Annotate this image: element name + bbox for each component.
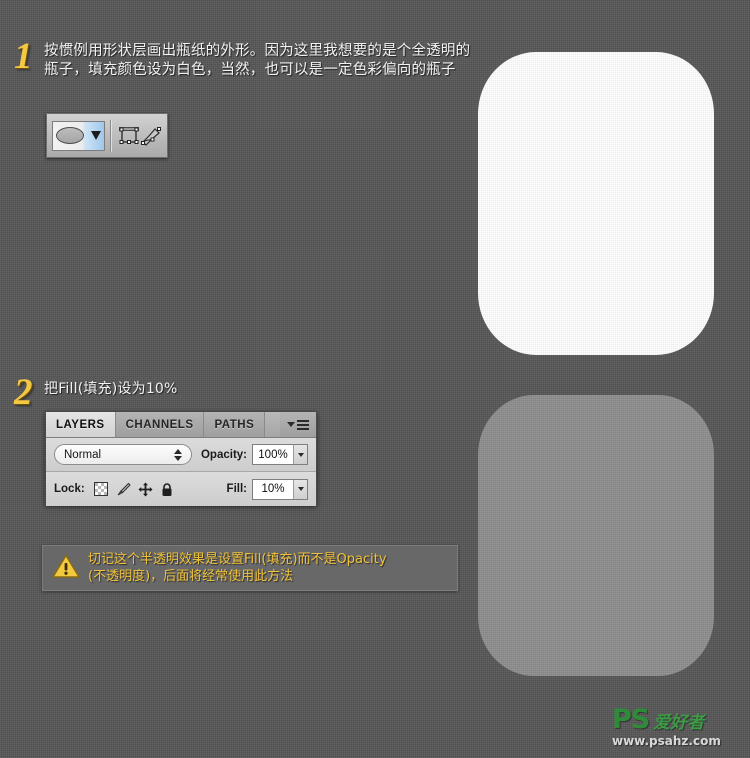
blend-mode-select[interactable]: Normal bbox=[54, 444, 192, 465]
watermark: PS 爱好者 www.psahz.com bbox=[612, 706, 740, 750]
watermark-brand-row: PS 爱好者 bbox=[612, 706, 740, 733]
watermark-url: www.psahz.com bbox=[612, 734, 721, 748]
caret-down-icon bbox=[91, 131, 101, 140]
fill-field[interactable]: 10% bbox=[252, 478, 308, 500]
warning-text: 切记这个半透明效果是设置Fill(填充)而不是Opacity (不透明度)，后面… bbox=[88, 551, 387, 585]
tab-channels[interactable]: CHANNELS bbox=[115, 412, 205, 437]
opacity-field[interactable]: 100% bbox=[252, 444, 308, 465]
warning-triangle-icon bbox=[52, 554, 80, 583]
lock-row: Lock: Fill: 10% bbox=[46, 472, 316, 506]
step-1-instruction-text: 按惯例用形状层画出瓶纸的外形。因为这里我想要的是个全透明的瓶子，填充颜色设为白色… bbox=[44, 43, 471, 78]
warning-callout: 切记这个半透明效果是设置Fill(填充)而不是Opacity (不透明度)，后面… bbox=[42, 545, 458, 591]
fill-dropdown-icon[interactable] bbox=[293, 479, 307, 499]
lock-all-icon[interactable] bbox=[158, 481, 177, 498]
opacity-value: 100% bbox=[253, 445, 293, 464]
menu-caret-icon bbox=[287, 422, 295, 427]
tab-layers[interactable]: LAYERS bbox=[46, 412, 116, 437]
menu-lines-icon bbox=[297, 419, 309, 430]
watermark-brand-cn: 爱好者 bbox=[653, 713, 705, 733]
tab-paths[interactable]: PATHS bbox=[204, 412, 266, 437]
blend-mode-value: Normal bbox=[64, 448, 102, 461]
step-2-number: 2 bbox=[14, 372, 33, 413]
pen-tool-icon[interactable] bbox=[140, 123, 164, 149]
tutorial-screenshot: 1 按惯例用形状层画出瓶纸的外形。因为这里我想要的是个全透明的瓶子，填充颜色设为… bbox=[0, 0, 750, 758]
fill-label: Fill: bbox=[226, 483, 247, 495]
layers-panel: LAYERS CHANNELS PATHS Normal Opacity: 10… bbox=[45, 411, 317, 506]
path-selection-icon[interactable] bbox=[117, 123, 141, 149]
white-bottle-shape bbox=[478, 52, 714, 355]
warning-line-2: (不透明度)，后面将经常使用此方法 bbox=[88, 569, 294, 584]
blend-mode-row: Normal Opacity: 100% bbox=[46, 438, 316, 472]
ellipse-shape-picker[interactable] bbox=[52, 120, 105, 151]
panel-tab-bar: LAYERS CHANNELS PATHS bbox=[46, 412, 316, 438]
opacity-label: Opacity: bbox=[200, 448, 247, 461]
opacity-dropdown-icon[interactable] bbox=[293, 445, 307, 464]
lock-image-pixels-icon[interactable] bbox=[114, 481, 133, 498]
stepper-arrows-icon bbox=[173, 448, 182, 461]
watermark-brand: PS bbox=[612, 704, 650, 735]
step-1-number: 1 bbox=[14, 36, 33, 77]
step-2-instruction-text: 把Fill(填充)设为10% bbox=[44, 381, 178, 397]
lock-position-icon[interactable] bbox=[136, 481, 155, 498]
filled-10-percent-bottle-shape bbox=[478, 395, 714, 676]
lock-transparent-pixels-icon[interactable] bbox=[92, 481, 111, 498]
shape-tool-options-bar bbox=[46, 113, 168, 158]
shape-picker-group bbox=[50, 119, 105, 153]
lock-label: Lock: bbox=[54, 483, 85, 495]
fill-value: 10% bbox=[253, 479, 293, 499]
panel-menu-icon[interactable] bbox=[280, 412, 316, 437]
ellipse-shape-icon bbox=[56, 127, 84, 144]
toolbar-divider bbox=[110, 119, 112, 152]
warning-line-1: 切记这个半透明效果是设置Fill(填充)而不是Opacity bbox=[88, 552, 387, 567]
